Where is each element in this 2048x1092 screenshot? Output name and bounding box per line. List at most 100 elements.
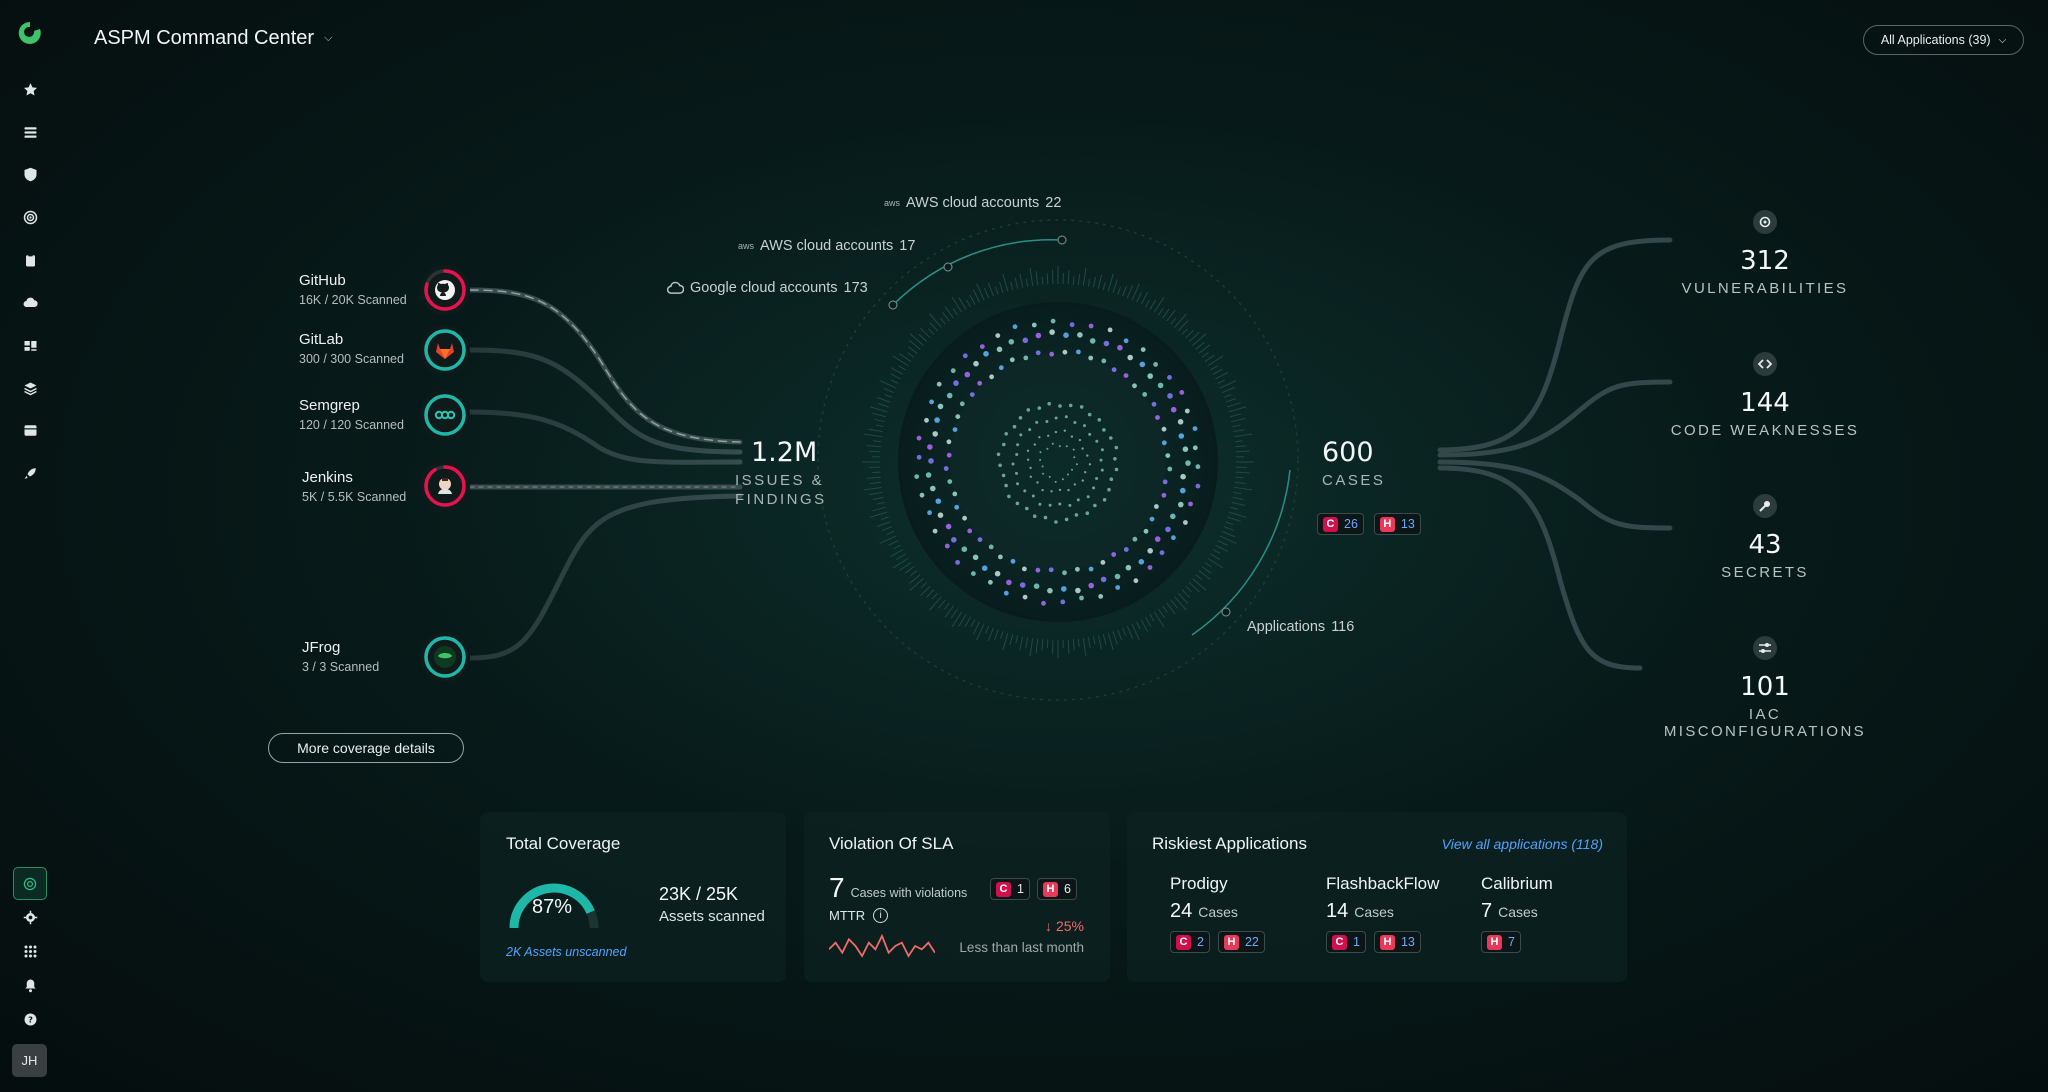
metric-iac-misconfigurations[interactable]: 101 IAC MISCONFIGURATIONS [1655,636,1875,740]
ring-tick [1195,341,1205,350]
applications-label[interactable]: Applications 116 [1247,619,1354,635]
source-github[interactable]: GitHub 16K / 20K Scanned [299,272,407,308]
spiral-dot [1071,468,1073,471]
riskiest-app-flashbackflow[interactable]: FlashbackFlow 14 Cases C1 H 13 [1326,874,1439,953]
spiral-dot [967,528,973,534]
cloud-aws-1[interactable]: aws AWS cloud accounts 22 [884,195,1061,211]
ring-tick [928,328,935,335]
ring-tick [909,340,921,350]
spiral-dot [1022,337,1029,344]
cases-count[interactable]: 600 [1322,437,1374,468]
cloud-aws-2[interactable]: aws AWS cloud accounts 17 [738,238,915,254]
critical-badge[interactable]: C 26 [1317,513,1364,535]
info-icon[interactable]: i [873,908,889,923]
application-filter-dropdown[interactable]: All Applications (39) ⌵ [1863,25,2024,55]
jenkins-icon[interactable] [420,461,470,511]
high-badge[interactable]: H 6 [1036,878,1077,900]
semgrep-icon[interactable] [420,390,470,440]
mttr-label: MTTR [829,908,866,923]
riskiest-applications-card[interactable]: Riskiest Applications View all applicati… [1127,812,1627,982]
source-jfrog[interactable]: JFrog 3 / 3 Scanned [302,639,379,675]
layers-list-icon[interactable] [20,122,40,142]
cloud-icon[interactable] [20,292,40,312]
critical-badge[interactable]: C1 [1326,931,1366,953]
high-count: 13 [1400,935,1415,949]
avatar[interactable]: JH [12,1044,47,1077]
ring-tick [1219,380,1237,389]
ring-tick [1204,354,1215,362]
sla-card[interactable]: Violation Of SLA 7 Cases with violations… [804,812,1110,982]
help-icon[interactable]: ? [20,1009,40,1029]
spiral-dot [1054,520,1058,524]
cloud-count: 22 [1045,195,1062,211]
spiral-dot [1028,428,1032,432]
ring-tick [1136,621,1141,630]
critical-badge[interactable]: C2 [1170,931,1210,953]
rocket-icon[interactable] [20,463,40,483]
spiral-dot [1182,446,1189,453]
spiral-dot [1081,479,1085,482]
gitlab-icon[interactable] [420,325,470,375]
jfrog-icon[interactable] [420,632,470,682]
spiral-dot [1185,460,1191,466]
spiral-dot [946,392,953,399]
spiral-dot [944,543,950,549]
bell-icon[interactable] [20,975,40,995]
high-badge[interactable]: H 13 [1373,931,1421,953]
archive-icon[interactable] [20,420,40,440]
page-title[interactable]: ASPM Command Center ⌵ [94,27,332,50]
ring-tick [1235,445,1247,448]
dashboard-icon[interactable] [20,335,40,355]
spiral-dot [1162,479,1168,485]
spiral-dot [1177,419,1184,425]
github-icon[interactable] [420,265,470,315]
cloud-gcp[interactable]: Google cloud accounts 173 [667,280,868,296]
spiral-dot [1050,318,1056,324]
star-icon[interactable] [20,79,40,99]
assets-unscanned-link[interactable]: 2K Assets unscanned [506,945,626,959]
metric-code-weaknesses[interactable]: 144 CODE WEAKNESSES [1655,352,1875,439]
spiral-dot [1061,586,1067,592]
ring-tick [1188,331,1200,343]
spiral-dot [1060,599,1066,605]
spiral-dot [1179,390,1185,395]
ring-tick [1215,371,1229,380]
ring-tick [1230,413,1241,418]
spiral-dot [1142,392,1148,397]
spiral-dot [950,368,956,374]
spiral-dot [1068,403,1073,408]
stack-icon[interactable] [20,378,40,398]
ring-tick [1067,639,1070,654]
riskiest-app-prodigy[interactable]: Prodigy 24 Cases C2 H 22 [1170,874,1265,953]
ring-tick [1212,549,1221,554]
ring-tick [1122,285,1128,297]
spiral-dot [1111,552,1117,557]
spiral-dot [1107,327,1113,333]
source-jenkins[interactable]: Jenkins 5K / 5.5K Scanned [302,469,406,505]
ring-tick [1019,273,1024,288]
spiral-dot [995,333,1001,338]
metric-secrets[interactable]: 43 SECRETS [1655,494,1875,581]
riskiest-app-calibrium[interactable]: Calibrium 7 Cases H7 [1481,874,1553,953]
issues-count[interactable]: 1.2M [751,437,817,468]
view-all-applications-link[interactable]: View all applications (118) [1442,836,1603,852]
spiral-dot [1063,429,1067,432]
critical-badge[interactable]: C 1 [990,878,1030,900]
total-coverage-card[interactable]: Total Coverage 87% 23K / 25K Assets scan… [480,812,786,982]
gear-icon[interactable] [20,907,40,927]
more-coverage-button[interactable]: More coverage details [268,733,464,763]
source-semgrep[interactable]: Semgrep 120 / 120 Scanned [299,397,404,433]
ring-tick [1195,574,1203,581]
high-badge[interactable]: H 13 [1373,513,1421,535]
high-badge[interactable]: H 22 [1217,931,1265,953]
clipboard-icon[interactable] [20,250,40,270]
radar-icon[interactable] [13,867,47,900]
shield-icon[interactable] [20,164,40,184]
high-badge[interactable]: H7 [1481,931,1521,953]
logo-icon[interactable] [18,20,42,46]
spiral-dot [1066,473,1069,476]
source-gitlab[interactable]: GitLab 300 / 300 Scanned [299,331,404,367]
target-icon[interactable] [20,207,40,227]
metric-vulnerabilities[interactable]: 312 VULNERABILITIES [1655,210,1875,297]
apps-grid-icon[interactable] [20,941,40,961]
